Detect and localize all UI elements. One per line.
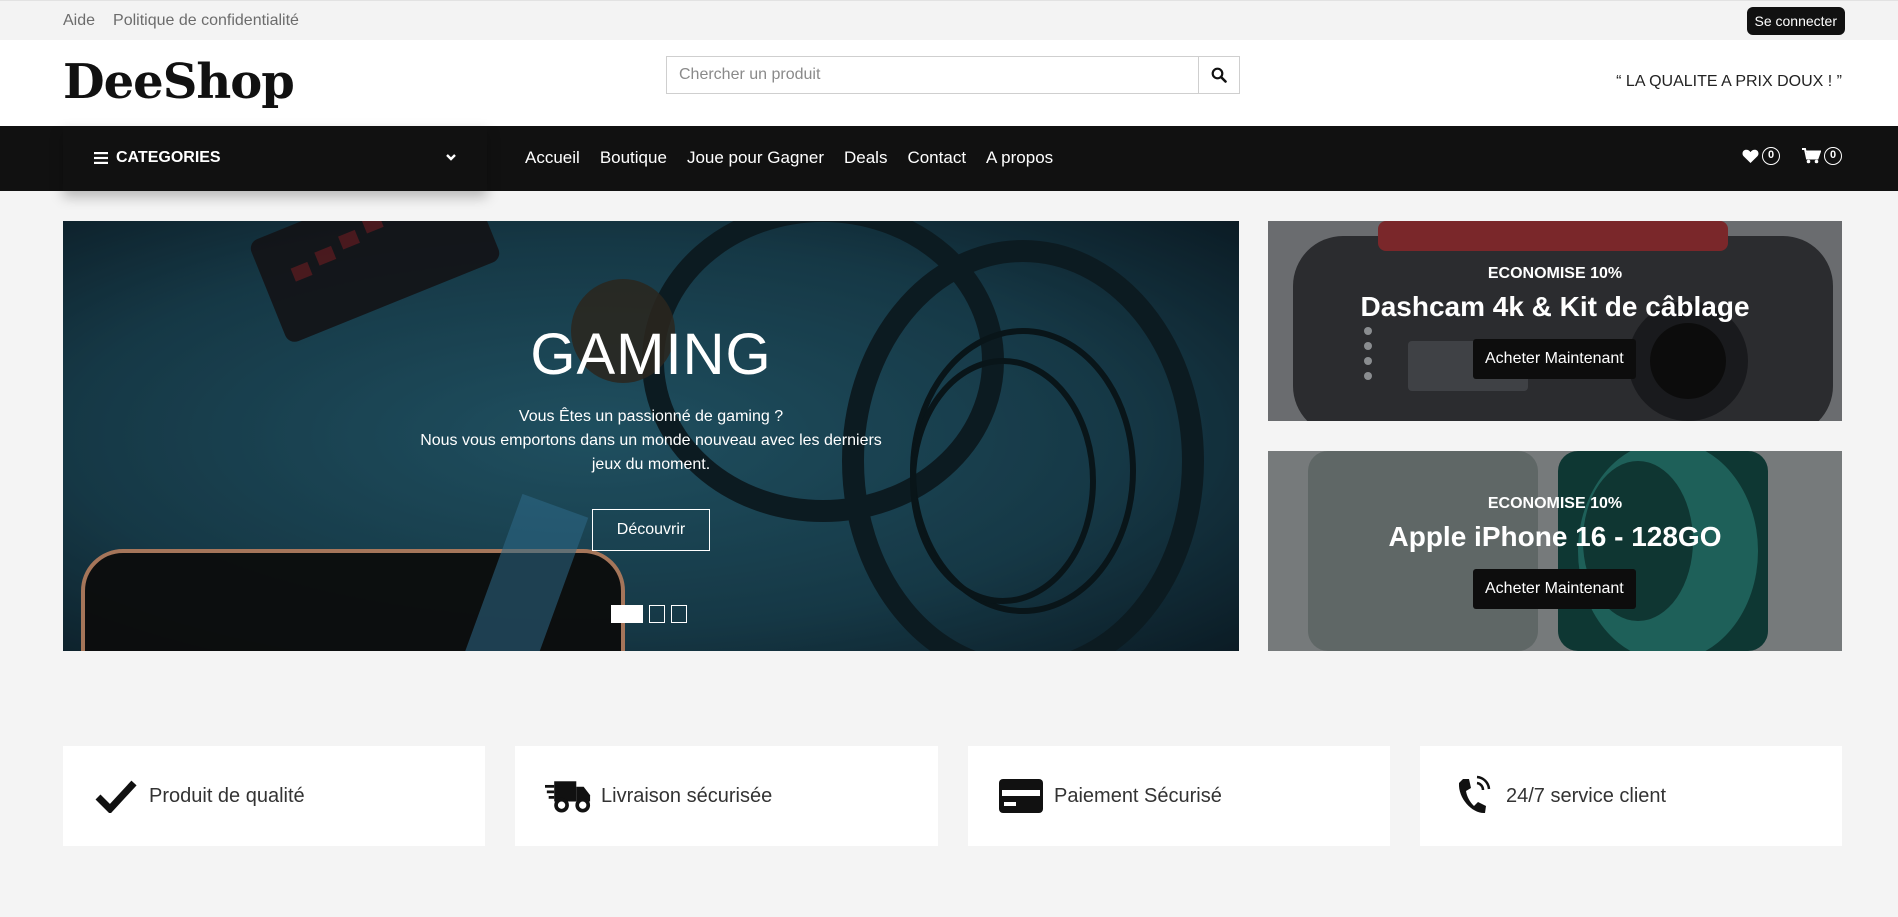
- feature-quality: Produit de qualité: [63, 746, 485, 846]
- promo-dashcam-title: Dashcam 4k & Kit de câblage: [1360, 291, 1750, 322]
- wishlist-button[interactable]: 0: [1742, 147, 1780, 165]
- nav-item-joue-pour-gagner[interactable]: Joue pour Gagner: [687, 148, 824, 168]
- carousel-dot-1[interactable]: [611, 605, 643, 623]
- promo-iphone-buy-button[interactable]: Acheter Maintenant: [1473, 569, 1636, 609]
- carousel-dot-2[interactable]: [649, 605, 665, 623]
- hero-carousel: GAMING Vous Êtes un passionné de gaming …: [63, 221, 1239, 651]
- hero-line-3: jeux du moment.: [591, 456, 711, 473]
- nav-item-a-propos[interactable]: A propos: [986, 148, 1053, 168]
- login-button[interactable]: Se connecter: [1746, 7, 1845, 35]
- menu-icon: [94, 152, 108, 164]
- nav-item-deals[interactable]: Deals: [844, 148, 887, 168]
- promo-iphone-kicker: ECONOMISE 10%: [1487, 495, 1623, 512]
- nav-item-contact[interactable]: Contact: [907, 148, 966, 168]
- search-input[interactable]: [667, 57, 1199, 93]
- site-logo[interactable]: DeeShop: [63, 54, 295, 110]
- feature-payment-icon-wrap: [998, 773, 1044, 819]
- categories-label-wrap: CATEGORIES: [94, 149, 221, 167]
- hero-line-2: Nous vous emportons dans un monde nouvea…: [420, 432, 882, 449]
- feature-quality-label: Produit de qualité: [149, 784, 305, 807]
- feature-support-label: 24/7 service client: [1506, 784, 1667, 807]
- wishlist-count: 0: [1762, 147, 1780, 165]
- cart-button[interactable]: 0: [1802, 147, 1842, 165]
- promo-dashcam[interactable]: ECONOMISE 10% Dashcam 4k & Kit de câblag…: [1268, 221, 1842, 421]
- promo-iphone[interactable]: ECONOMISE 10% Apple iPhone 16 - 128GO Ac…: [1268, 451, 1842, 651]
- hero-title: GAMING: [530, 322, 772, 387]
- nav-icons: 0 0: [1742, 147, 1842, 165]
- help-link[interactable]: Aide: [63, 12, 95, 30]
- feature-payment: Paiement Sécurisé: [968, 746, 1390, 846]
- chevron-down-icon: [446, 154, 456, 161]
- heart-icon: [1742, 149, 1759, 163]
- search-bar: [666, 56, 1240, 94]
- carousel-indicators: [611, 605, 687, 623]
- cart-count: 0: [1824, 147, 1842, 165]
- nav-item-boutique[interactable]: Boutique: [600, 148, 667, 168]
- categories-label: CATEGORIES: [116, 149, 221, 166]
- nav-item-accueil[interactable]: Accueil: [525, 148, 580, 168]
- check-icon: [95, 780, 137, 813]
- credit-card-icon: [999, 779, 1043, 813]
- top-links: Aide Politique de confidentialité: [63, 12, 299, 30]
- cart-icon: [1802, 148, 1821, 164]
- main-nav: CATEGORIES Accueil Boutique Joue pour Ga…: [0, 126, 1898, 191]
- feature-support-icon-wrap: [1450, 773, 1496, 819]
- hero-line-1: Vous Êtes un passionné de gaming ?: [518, 408, 784, 425]
- feature-support: 24/7 service client: [1420, 746, 1842, 846]
- nav-menu: Accueil Boutique Joue pour Gagner Deals …: [525, 148, 1053, 168]
- discover-button[interactable]: Découvrir: [592, 509, 710, 551]
- promo-dashcam-buy-button[interactable]: Acheter Maintenant: [1473, 339, 1636, 379]
- feature-delivery-icon-wrap: [545, 773, 591, 819]
- search-button[interactable]: [1198, 57, 1239, 93]
- hero-description: Vous Êtes un passionné de gaming ? Nous …: [63, 405, 1239, 477]
- feature-quality-icon-wrap: [93, 773, 139, 819]
- truck-icon: [545, 781, 591, 813]
- search-icon: [1211, 67, 1227, 83]
- phone-icon: [1458, 775, 1491, 814]
- promo-iphone-title: Apple iPhone 16 - 128GO: [1388, 521, 1722, 552]
- privacy-link[interactable]: Politique de confidentialité: [113, 12, 299, 30]
- categories-dropdown[interactable]: CATEGORIES: [63, 126, 487, 191]
- feature-delivery-label: Livraison sécurisée: [601, 784, 773, 807]
- header: DeeShop “ LA QUALITE A PRIX DOUX ! ”: [0, 40, 1898, 126]
- feature-delivery: Livraison sécurisée: [515, 746, 938, 846]
- carousel-dot-3[interactable]: [671, 605, 687, 623]
- top-bar: Aide Politique de confidentialité Se con…: [0, 0, 1898, 40]
- slogan: “ LA QUALITE A PRIX DOUX ! ”: [1616, 73, 1842, 90]
- feature-payment-label: Paiement Sécurisé: [1054, 784, 1222, 807]
- promo-dashcam-kicker: ECONOMISE 10%: [1487, 265, 1623, 282]
